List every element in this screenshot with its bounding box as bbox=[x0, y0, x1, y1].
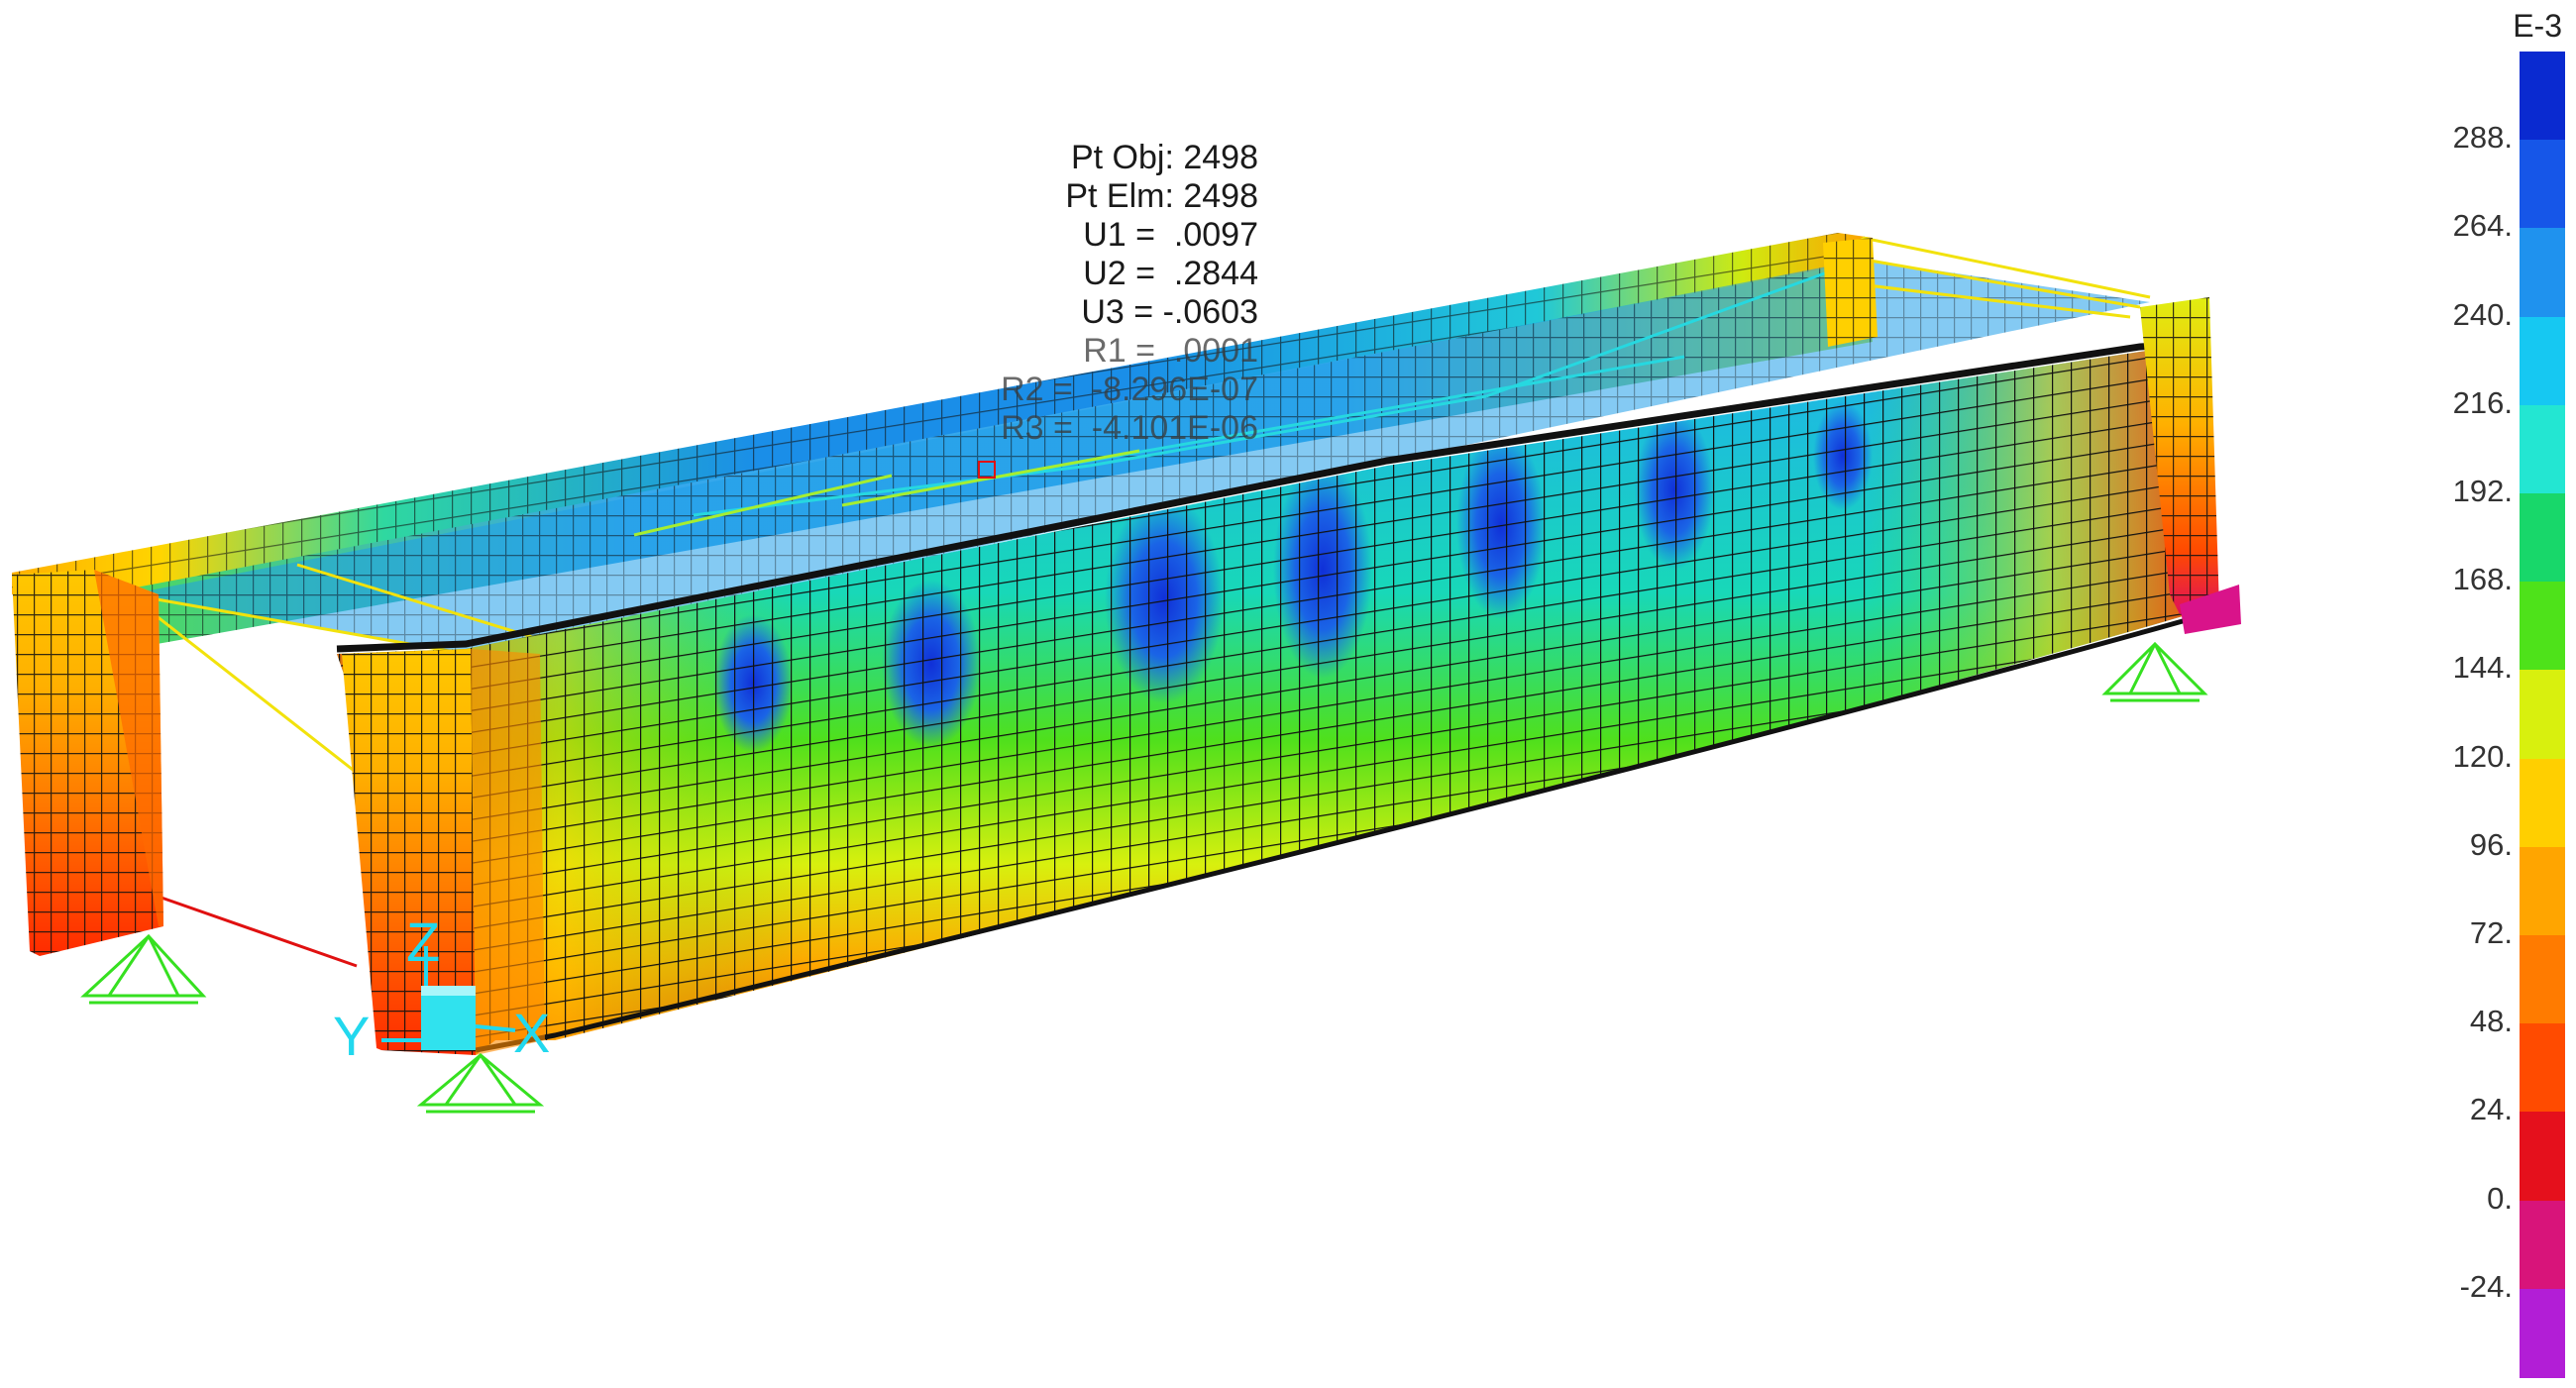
legend-swatch bbox=[2520, 316, 2565, 406]
legend-tick-label: 168. bbox=[2452, 562, 2513, 597]
legend-swatch bbox=[2520, 493, 2565, 584]
tooltip-pt-elm: Pt Elm: 2498 bbox=[1065, 177, 1258, 215]
axis-label-x: X bbox=[513, 1002, 550, 1064]
tooltip-r3: R3 = -4.101E-06 bbox=[1001, 409, 1258, 447]
point-info-tooltip: Pt Obj: 2498 Pt Elm: 2498 U1 = .0097 U2 … bbox=[921, 139, 1258, 448]
legend-swatch bbox=[2520, 1112, 2565, 1202]
legend-swatch bbox=[2520, 140, 2565, 230]
legend-swatch bbox=[2520, 52, 2565, 142]
legend-tick-label: 192. bbox=[2452, 474, 2513, 508]
tooltip-u3: U3 = -.0603 bbox=[1081, 293, 1258, 331]
legend-tick-label: 120. bbox=[2452, 738, 2513, 774]
tooltip-r2: R2 = -8.296E-07 bbox=[1001, 371, 1258, 408]
legend-swatch bbox=[2520, 1023, 2565, 1114]
legend-tick-label: 288. bbox=[2452, 120, 2513, 156]
legend-tick-label: 96. bbox=[2469, 826, 2513, 862]
legend-swatch bbox=[2520, 935, 2565, 1025]
model-viewport[interactable]: Z Y X Pt Obj: 2498 Pt Elm: 2498 U1 = .00… bbox=[0, 0, 2576, 1388]
legend-tick-label: 24. bbox=[2469, 1092, 2513, 1127]
legend-swatch bbox=[2520, 846, 2565, 936]
legend-tick-label: 216. bbox=[2452, 384, 2513, 420]
legend-swatch bbox=[2520, 228, 2565, 318]
legend-tick-label: 72. bbox=[2469, 915, 2513, 950]
contour-legend: E-3 288. 264. 240. 216. 192. 168. 144. 120. 96. 7… bbox=[2417, 0, 2576, 1388]
axis-label-y: Y bbox=[333, 1005, 370, 1067]
legend-color-bar bbox=[2520, 52, 2565, 1378]
legend-tick-label: 264. bbox=[2452, 208, 2513, 244]
tooltip-u2: U2 = .2844 bbox=[1083, 255, 1258, 292]
legend-swatch bbox=[2520, 1200, 2565, 1290]
legend-swatch bbox=[2520, 758, 2565, 848]
legend-tick-label: 0. bbox=[2487, 1180, 2513, 1216]
tooltip-r1: R1 = .0001 bbox=[1083, 332, 1258, 370]
support-right bbox=[2101, 641, 2208, 702]
legend-exponent: E-3 bbox=[2513, 8, 2562, 44]
legend-tick-label: 48. bbox=[2469, 1004, 2513, 1039]
legend-swatch bbox=[2520, 1288, 2565, 1378]
support-left-back bbox=[80, 933, 207, 1005]
legend-tick-label: 240. bbox=[2452, 296, 2513, 332]
legend-tick-label: 144. bbox=[2452, 650, 2513, 686]
tooltip-pt-obj: Pt Obj: 2498 bbox=[1070, 139, 1258, 176]
tooltip-u1: U1 = .0097 bbox=[1083, 216, 1258, 254]
legend-swatch bbox=[2520, 404, 2565, 494]
legend-tick-label: -24. bbox=[2459, 1268, 2513, 1304]
legend-swatch bbox=[2520, 582, 2565, 672]
legend-swatch bbox=[2520, 670, 2565, 760]
axis-label-z: Z bbox=[406, 910, 440, 973]
